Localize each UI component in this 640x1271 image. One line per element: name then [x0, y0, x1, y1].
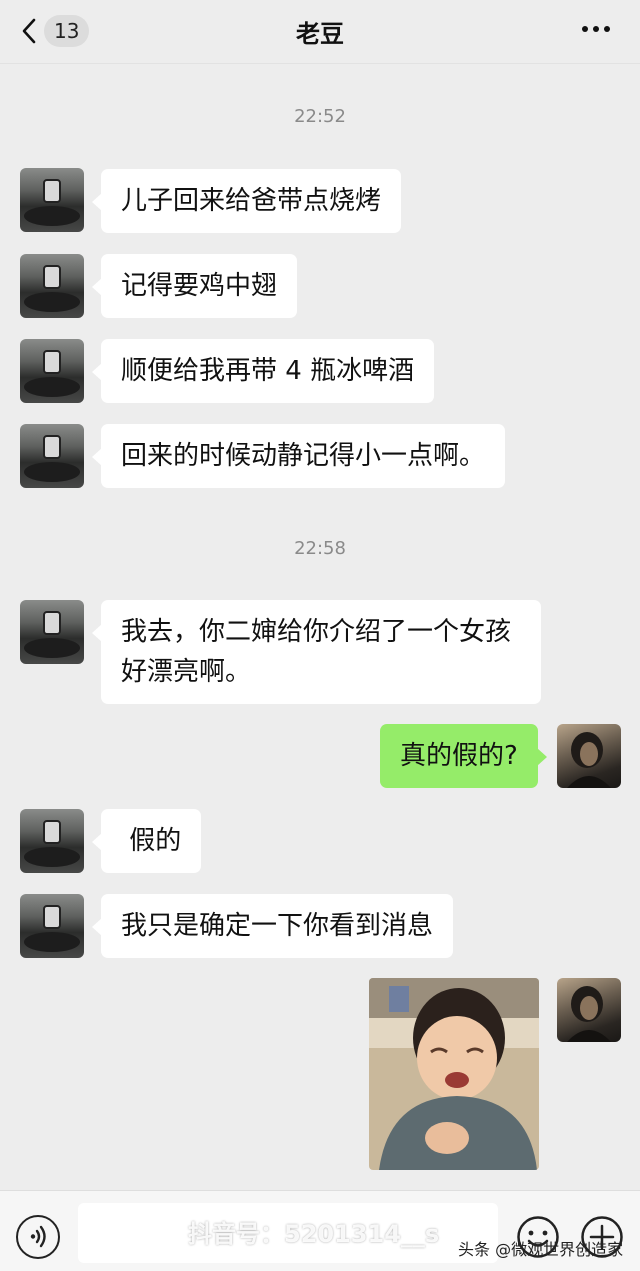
avatar-contact[interactable] [20, 168, 84, 232]
crying-child-sticker[interactable] [369, 978, 539, 1170]
avatar-contact[interactable] [20, 339, 84, 403]
message-bubble[interactable]: 假的 [91, 809, 202, 873]
chat-header: 13 老豆 [0, 0, 640, 64]
avatar-contact[interactable] [20, 254, 84, 318]
more-button[interactable] [582, 26, 610, 32]
avatar-contact[interactable] [20, 809, 84, 873]
avatar-self[interactable] [557, 978, 621, 1042]
message-bubble[interactable]: 记得要鸡中翅 [91, 254, 298, 318]
message-bubble-outgoing[interactable]: 真的假的? [380, 724, 547, 788]
message-bubble[interactable]: 儿子回来给爸带点烧烤 [91, 169, 402, 233]
voice-icon [30, 1225, 46, 1248]
more-dots-icon [582, 26, 588, 32]
douyin-watermark: 抖音号：5201314__s [188, 1220, 440, 1248]
message-bubble[interactable]: 回来的时候动静记得小一点啊。 [91, 424, 506, 488]
avatar-contact[interactable] [20, 600, 84, 664]
timestamp: 22:52 [294, 106, 346, 127]
avatar-contact[interactable] [20, 424, 84, 488]
avatar-self[interactable] [557, 724, 621, 788]
toutiao-watermark: 头条 @微观世界创造家 [458, 1240, 624, 1259]
message-bubble[interactable]: 顺便给我再带 4 瓶冰啤酒 [91, 339, 435, 403]
message-bubble[interactable]: 我只是确定一下你看到消息 [91, 894, 454, 958]
avatar-contact[interactable] [20, 894, 84, 958]
message-bubble[interactable]: 我去，你二婶给你介绍了一个女孩好漂亮啊。 [92, 600, 541, 704]
contact-name: 老豆 [296, 20, 344, 48]
timestamp: 22:58 [294, 538, 346, 559]
voice-button[interactable] [16, 1215, 60, 1259]
